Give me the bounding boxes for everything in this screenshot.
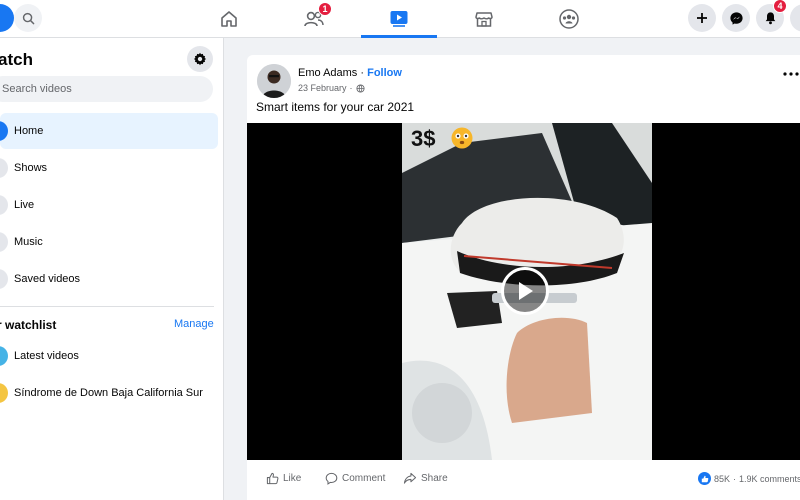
groups-icon xyxy=(559,9,579,29)
watchlist-item-latest-videos[interactable]: Latest videos xyxy=(0,338,218,374)
tab-home[interactable] xyxy=(191,0,267,38)
watch-sidebar: atch Home Shows Live Music Saved videos … xyxy=(0,38,224,500)
watchlist-item-label: Síndrome de Down Baja California Sur xyxy=(14,387,203,399)
sidebar-item-label: Shows xyxy=(14,162,48,174)
music-icon xyxy=(0,232,8,252)
home-icon xyxy=(221,11,237,27)
top-navigation-bar: 1 4 xyxy=(0,0,800,38)
account-button[interactable] xyxy=(790,4,800,32)
post-text: Smart items for your car 2021 xyxy=(256,100,415,114)
facebook-logo[interactable] xyxy=(0,4,14,32)
create-button[interactable] xyxy=(688,4,716,32)
search-icon xyxy=(22,12,34,24)
sidebar-item-label: Music xyxy=(14,236,43,248)
play-icon xyxy=(519,282,533,300)
follow-button[interactable]: Follow xyxy=(367,67,402,79)
post-author-line: Emo Adams · Follow xyxy=(298,67,402,79)
comment-label: Comment xyxy=(342,473,386,484)
date-separator: · xyxy=(349,83,353,93)
home-video-icon xyxy=(0,121,8,141)
post-actions-bar: Like Comment Share 85K · 1.9K comments xyxy=(247,460,800,500)
post-date[interactable]: 23 February xyxy=(298,83,347,93)
watchlist-item-page[interactable]: Síndrome de Down Baja California Sur xyxy=(0,375,218,411)
tab-friends[interactable]: 1 xyxy=(276,0,352,38)
watch-icon xyxy=(390,10,408,27)
author-name[interactable]: Emo Adams xyxy=(298,67,357,79)
more-options-button[interactable] xyxy=(783,63,799,81)
video-player[interactable]: 3$ xyxy=(247,123,800,460)
thumbs-up-icon xyxy=(266,472,279,485)
watchlist-heading: r watchlist xyxy=(0,318,57,332)
like-button[interactable]: Like xyxy=(266,472,301,485)
saved-icon xyxy=(0,269,8,289)
sidebar-item-label: Home xyxy=(14,125,44,137)
search-videos-input[interactable] xyxy=(2,83,182,95)
tab-watch[interactable] xyxy=(361,0,437,38)
search-button[interactable] xyxy=(14,4,42,32)
post-meta: 23 February · xyxy=(298,83,365,93)
watchlist-item-label: Latest videos xyxy=(14,350,79,362)
post-stats: 85K · 1.9K comments xyxy=(698,472,800,485)
watch-settings-button[interactable] xyxy=(187,46,213,72)
video-overlay-text: 3$ xyxy=(411,126,436,151)
messenger-icon xyxy=(729,11,743,25)
sidebar-item-home[interactable]: Home xyxy=(0,113,218,149)
marketplace-icon xyxy=(475,12,493,27)
comment-count[interactable]: 1.9K comments xyxy=(739,474,800,484)
comment-icon xyxy=(325,472,338,485)
manage-watchlist-link[interactable]: Manage xyxy=(174,318,214,330)
search-videos-field[interactable] xyxy=(0,76,213,102)
notifications-badge: 4 xyxy=(773,0,787,13)
emoji-icon xyxy=(451,127,473,149)
tab-groups[interactable] xyxy=(531,0,607,38)
friends-badge: 1 xyxy=(318,2,332,16)
author-separator: · xyxy=(357,67,368,79)
sidebar-item-shows[interactable]: Shows xyxy=(0,150,218,186)
sidebar-divider xyxy=(0,306,214,307)
sidebar-item-label: Live xyxy=(14,199,35,211)
like-reaction-icon xyxy=(698,472,711,485)
share-label: Share xyxy=(421,473,448,484)
author-avatar[interactable] xyxy=(257,64,291,98)
comment-button[interactable]: Comment xyxy=(325,472,385,485)
globe-icon xyxy=(355,83,365,93)
plus-icon xyxy=(697,13,707,23)
like-label: Like xyxy=(283,473,302,484)
share-button[interactable]: Share xyxy=(403,472,448,485)
live-icon xyxy=(0,195,8,215)
sidebar-item-music[interactable]: Music xyxy=(0,224,218,260)
sidebar-item-saved-videos[interactable]: Saved videos xyxy=(0,261,218,297)
messenger-button[interactable] xyxy=(722,4,750,32)
gear-icon xyxy=(193,52,207,66)
share-icon xyxy=(403,472,417,484)
tab-marketplace[interactable] xyxy=(446,0,522,38)
shows-icon xyxy=(0,158,8,178)
sidebar-title: atch xyxy=(0,50,33,69)
notifications-button[interactable]: 4 xyxy=(756,0,787,32)
page-avatar xyxy=(0,383,8,403)
latest-videos-icon xyxy=(0,346,8,366)
stats-separator: · xyxy=(733,473,737,484)
sidebar-item-live[interactable]: Live xyxy=(0,187,218,223)
more-icon xyxy=(783,72,799,76)
video-post: Emo Adams · Follow 23 February · Smart i… xyxy=(247,55,800,500)
play-button[interactable] xyxy=(501,267,549,315)
reaction-count[interactable]: 85K xyxy=(714,474,730,484)
sidebar-item-label: Saved videos xyxy=(14,273,81,285)
bell-icon xyxy=(765,12,775,25)
